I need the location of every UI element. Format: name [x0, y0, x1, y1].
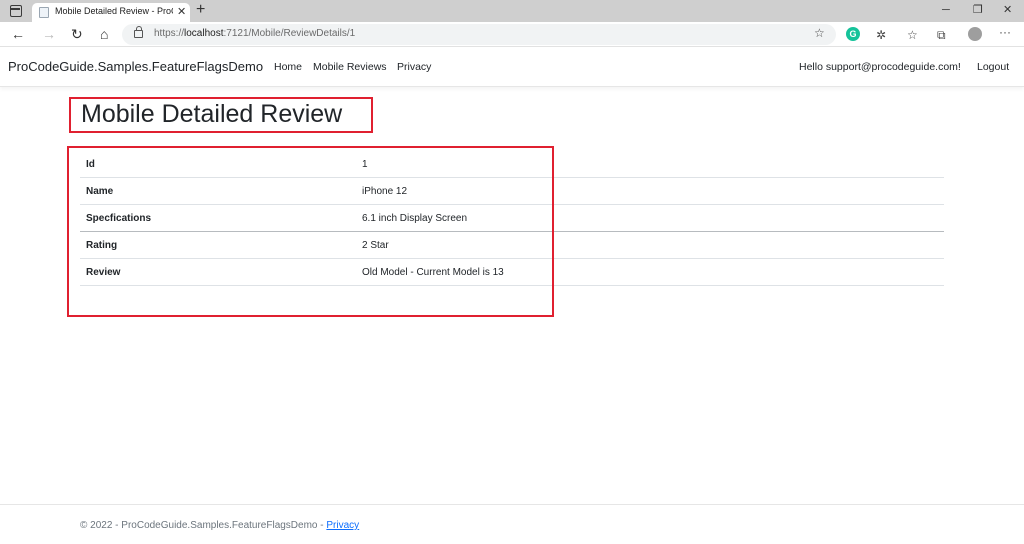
- page-favicon-icon: [39, 7, 49, 18]
- brand-link[interactable]: ProCodeGuide.Samples.FeatureFlagsDemo: [8, 59, 263, 74]
- footer-text: © 2022 - ProCodeGuide.Samples.FeatureFla…: [80, 520, 359, 531]
- favorites-icon[interactable]: ☆: [907, 28, 918, 42]
- restore-icon[interactable]: ❐: [973, 3, 983, 17]
- nav-link-home[interactable]: Home: [274, 61, 302, 73]
- browser-tab-bar: Mobile Detailed Review - ProCo ✕ + ─ ❐ ✕: [0, 0, 1024, 22]
- extensions-icon[interactable]: ✲: [876, 28, 886, 42]
- page-footer: © 2022 - ProCodeGuide.Samples.FeatureFla…: [0, 504, 1024, 544]
- url-text: https://localhost:7121/Mobile/ReviewDeta…: [154, 28, 356, 39]
- profile-avatar-icon[interactable]: [968, 27, 982, 41]
- more-options-icon[interactable]: ···: [999, 25, 1011, 39]
- browser-tab[interactable]: Mobile Detailed Review - ProCo ✕: [32, 3, 190, 22]
- add-favorite-icon[interactable]: ☆: [814, 26, 825, 40]
- home-icon[interactable]: ⌂: [100, 26, 108, 42]
- tab-close-icon[interactable]: ✕: [177, 5, 186, 19]
- app-navbar: ProCodeGuide.Samples.FeatureFlagsDemo Ho…: [0, 47, 1024, 87]
- forward-icon[interactable]: →: [42, 26, 56, 42]
- nav-link-privacy[interactable]: Privacy: [397, 61, 431, 73]
- user-greeting[interactable]: Hello support@procodeguide.com!: [799, 61, 961, 73]
- address-toolbar: ← → ↻ ⌂ https://localhost:7121/Mobile/Re…: [0, 22, 1024, 47]
- new-tab-icon[interactable]: +: [196, 1, 205, 19]
- back-icon[interactable]: ←: [11, 26, 25, 42]
- tab-actions-icon[interactable]: [10, 5, 22, 17]
- window-close-icon[interactable]: ✕: [1003, 3, 1012, 17]
- lock-icon[interactable]: [134, 26, 143, 38]
- footer-copyright: © 2022 - ProCodeGuide.Samples.FeatureFla…: [80, 520, 327, 531]
- footer-privacy-link[interactable]: Privacy: [326, 520, 359, 531]
- refresh-icon[interactable]: ↻: [71, 26, 83, 42]
- tab-title: Mobile Detailed Review - ProCo: [55, 6, 173, 16]
- logout-button[interactable]: Logout: [977, 61, 1009, 73]
- url-field[interactable]: https://localhost:7121/Mobile/ReviewDeta…: [122, 24, 836, 45]
- page-title: Mobile Detailed Review: [81, 100, 343, 128]
- collections-icon[interactable]: ⧉: [937, 28, 946, 42]
- nav-link-mobile-reviews[interactable]: Mobile Reviews: [313, 61, 387, 73]
- details-highlight-box: [67, 146, 554, 317]
- grammarly-extension-icon[interactable]: G: [846, 27, 860, 41]
- minimize-icon[interactable]: ─: [942, 3, 950, 17]
